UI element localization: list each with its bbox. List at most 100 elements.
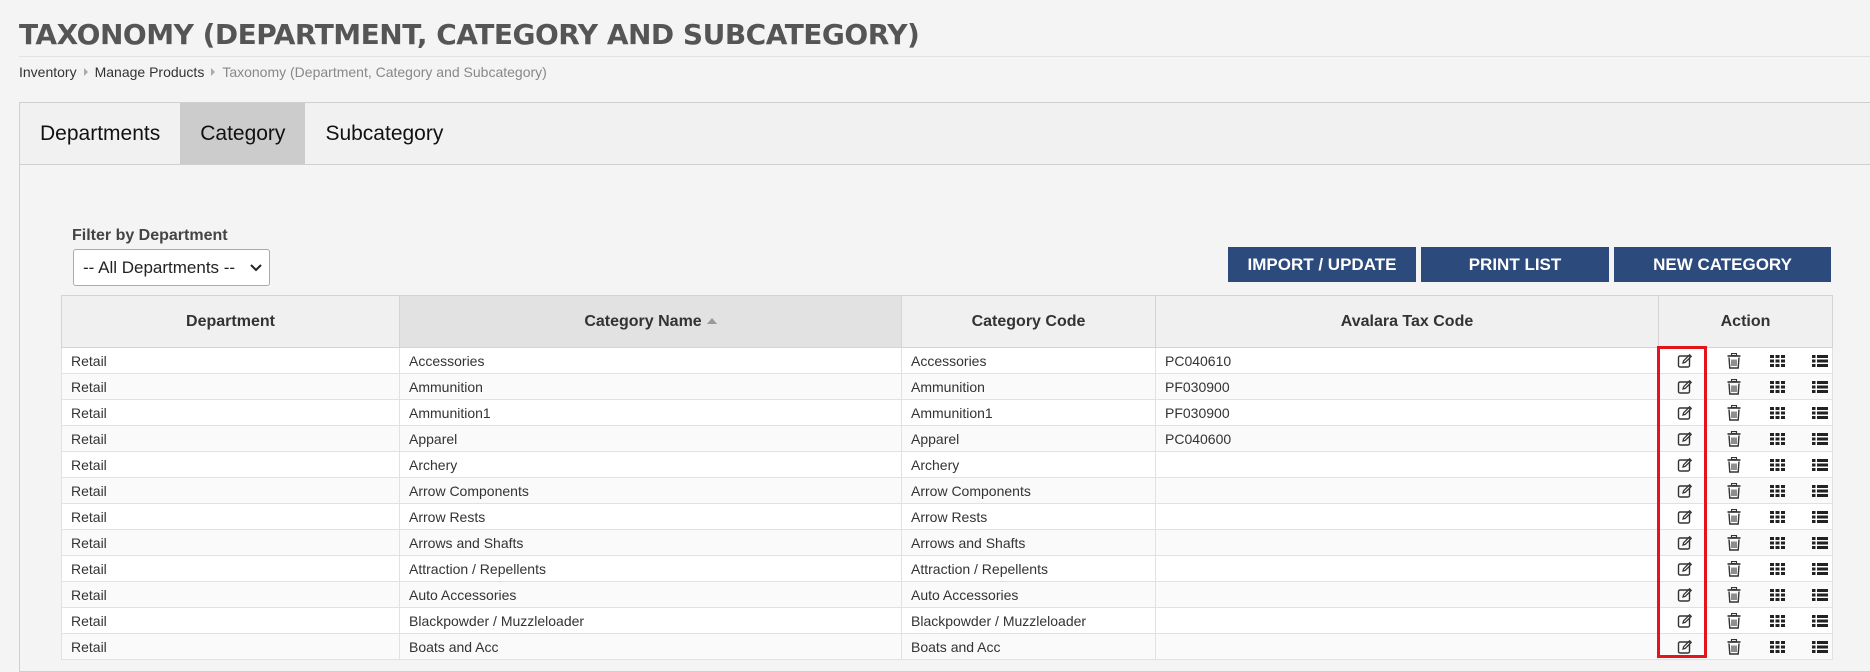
edit-icon[interactable] [1674,351,1696,371]
delete-icon[interactable] [1723,455,1745,475]
table-row: Retail Archery Archery [61,451,1833,478]
cell-department: Retail [61,477,400,504]
chevron-down-icon [250,257,262,284]
list-icon[interactable] [1809,377,1831,397]
new-category-button[interactable]: NEW CATEGORY [1614,247,1831,282]
taxonomy-panel: Departments Category Subcategory Filter … [19,102,1870,672]
department-filter-select[interactable]: -- All Departments -- [73,249,270,286]
cell-actions [1658,399,1833,426]
delete-icon[interactable] [1723,481,1745,501]
breadcrumb-current: Taxonomy (Department, Category and Subca… [222,64,547,80]
cell-category-code: Accessories [901,347,1156,374]
column-header-avalara-tax-code[interactable]: Avalara Tax Code [1155,295,1659,348]
table-row: Retail Attraction / Repellents Attractio… [61,555,1833,582]
table-row: Retail Ammunition Ammunition PF030900 [61,373,1833,400]
cell-department: Retail [61,555,400,582]
cell-actions [1658,607,1833,634]
tab-departments[interactable]: Departments [20,103,180,164]
cell-category-name: Arrow Components [399,477,902,504]
table-row: Retail Auto Accessories Auto Accessories [61,581,1833,608]
grid-icon[interactable] [1766,559,1788,579]
cell-department: Retail [61,529,400,556]
edit-icon[interactable] [1674,429,1696,449]
list-icon[interactable] [1809,585,1831,605]
list-icon[interactable] [1809,481,1831,501]
cell-category-code: Arrow Components [901,477,1156,504]
cell-category-code: Arrow Rests [901,503,1156,530]
cell-category-name: Ammunition [399,373,902,400]
grid-icon[interactable] [1766,351,1788,371]
cell-category-name: Arrow Rests [399,503,902,530]
category-table: Department Category Name Category Code A… [61,295,1833,660]
cell-category-name: Archery [399,451,902,478]
grid-icon[interactable] [1766,403,1788,423]
delete-icon[interactable] [1723,611,1745,631]
cell-actions [1658,451,1833,478]
edit-icon[interactable] [1674,507,1696,527]
table-row: Retail Accessories Accessories PC040610 [61,347,1833,374]
list-icon[interactable] [1809,455,1831,475]
breadcrumb-manage-products[interactable]: Manage Products [95,64,205,80]
cell-avalara-tax-code [1155,503,1659,530]
cell-avalara-tax-code [1155,607,1659,634]
list-icon[interactable] [1809,507,1831,527]
grid-icon[interactable] [1766,533,1788,553]
cell-department: Retail [61,503,400,530]
delete-icon[interactable] [1723,637,1745,657]
edit-icon[interactable] [1674,637,1696,657]
edit-icon[interactable] [1674,455,1696,475]
table-row: Retail Apparel Apparel PC040600 [61,425,1833,452]
edit-icon[interactable] [1674,377,1696,397]
list-icon[interactable] [1809,533,1831,553]
tab-category[interactable]: Category [180,103,306,164]
cell-department: Retail [61,373,400,400]
list-icon[interactable] [1809,351,1831,371]
edit-icon[interactable] [1674,481,1696,501]
list-icon[interactable] [1809,637,1831,657]
delete-icon[interactable] [1723,533,1745,553]
cell-avalara-tax-code [1155,451,1659,478]
table-row: Retail Arrow Rests Arrow Rests [61,503,1833,530]
import-update-button[interactable]: IMPORT / UPDATE [1228,247,1416,282]
edit-icon[interactable] [1674,559,1696,579]
column-header-department[interactable]: Department [61,295,400,348]
grid-icon[interactable] [1766,585,1788,605]
grid-icon[interactable] [1766,377,1788,397]
delete-icon[interactable] [1723,507,1745,527]
column-header-category-name[interactable]: Category Name [399,295,902,348]
grid-icon[interactable] [1766,637,1788,657]
list-icon[interactable] [1809,403,1831,423]
delete-icon[interactable] [1723,403,1745,423]
list-icon[interactable] [1809,611,1831,631]
filter-label: Filter by Department [72,227,228,244]
column-header-category-code[interactable]: Category Code [901,295,1156,348]
grid-icon[interactable] [1766,611,1788,631]
grid-icon[interactable] [1766,455,1788,475]
edit-icon[interactable] [1674,403,1696,423]
edit-icon[interactable] [1674,611,1696,631]
tab-bar: Departments Category Subcategory [20,103,1870,165]
sort-ascending-icon [706,317,717,324]
delete-icon[interactable] [1723,377,1745,397]
cell-actions [1658,477,1833,504]
edit-icon[interactable] [1674,585,1696,605]
grid-icon[interactable] [1766,507,1788,527]
print-list-button[interactable]: PRINT LIST [1421,247,1609,282]
delete-icon[interactable] [1723,429,1745,449]
cell-actions [1658,373,1833,400]
list-icon[interactable] [1809,559,1831,579]
cell-category-name: Boats and Acc [399,633,902,660]
cell-actions [1658,503,1833,530]
cell-department: Retail [61,633,400,660]
delete-icon[interactable] [1723,351,1745,371]
list-icon[interactable] [1809,429,1831,449]
breadcrumb-inventory[interactable]: Inventory [19,64,77,80]
delete-icon[interactable] [1723,585,1745,605]
delete-icon[interactable] [1723,559,1745,579]
edit-icon[interactable] [1674,533,1696,553]
cell-avalara-tax-code: PC040600 [1155,425,1659,452]
grid-icon[interactable] [1766,429,1788,449]
tab-subcategory[interactable]: Subcategory [305,103,463,164]
grid-icon[interactable] [1766,481,1788,501]
cell-avalara-tax-code [1155,633,1659,660]
